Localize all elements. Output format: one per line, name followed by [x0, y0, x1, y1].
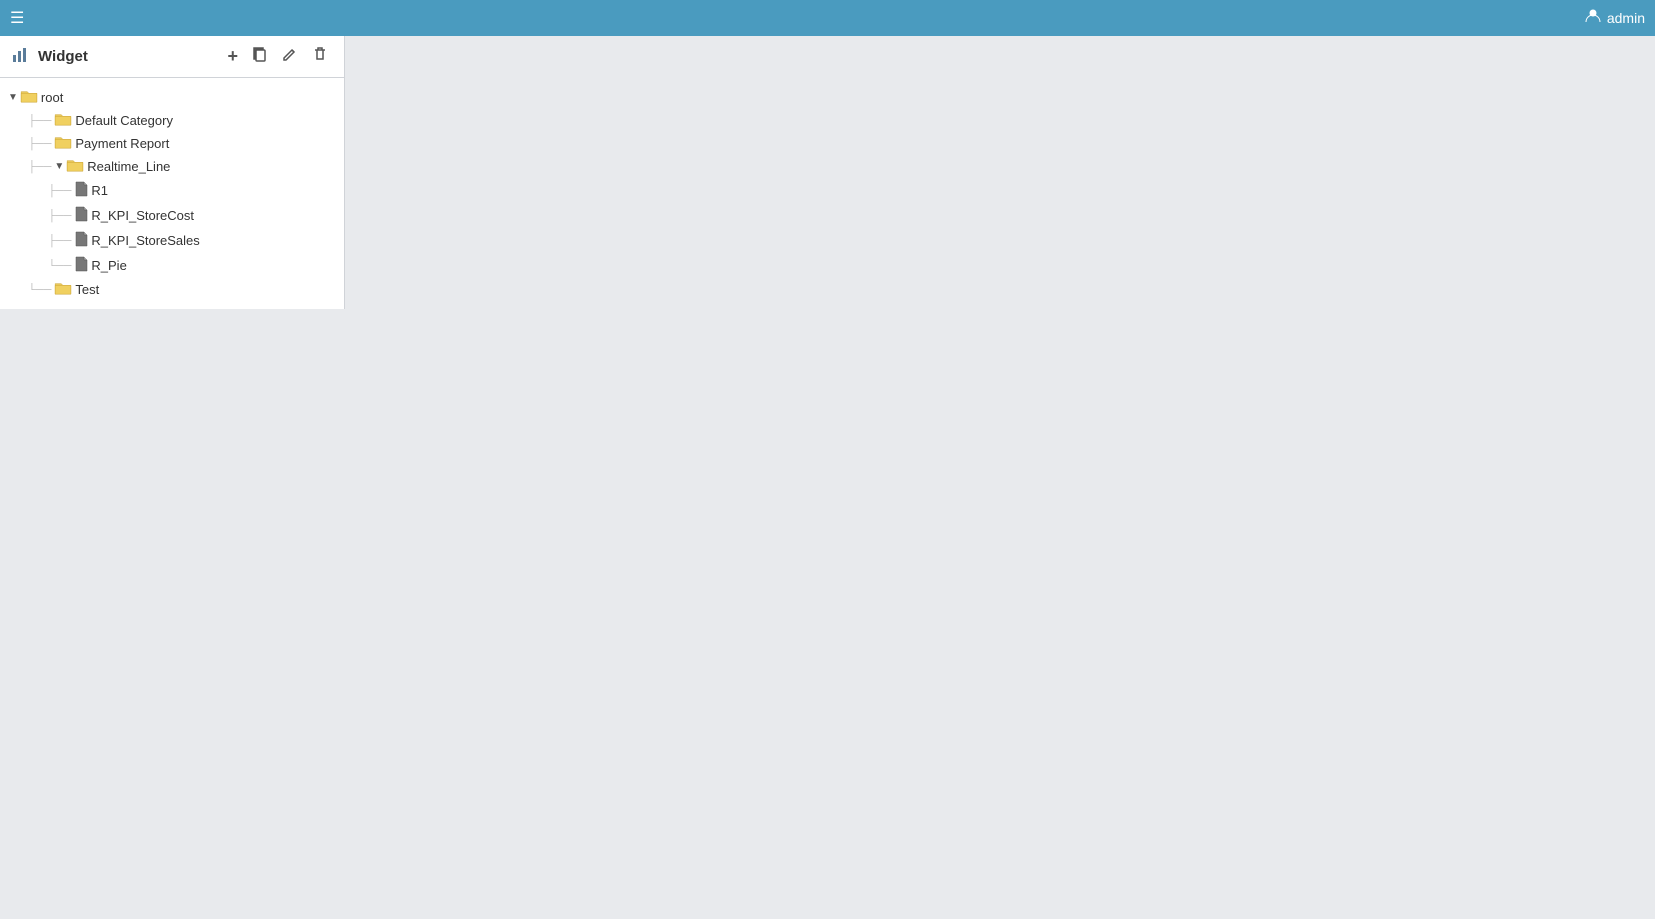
tree-item-r-kpi-storecost[interactable]: ├── R_KPI_StoreCost [0, 203, 344, 228]
navbar: ☰ admin [0, 0, 1655, 36]
line-connector-rpie: └── [48, 260, 71, 272]
r-kpi-storecost-label: R_KPI_StoreCost [91, 208, 194, 223]
root-toggle[interactable]: ▼ [8, 92, 18, 103]
sidebar: Widget + [0, 36, 345, 309]
default-category-label: Default Category [75, 113, 173, 128]
sidebar-title: Widget [38, 48, 88, 65]
r-pie-label: R_Pie [91, 258, 126, 273]
payment-report-folder-icon [54, 135, 72, 152]
line-connector-storecost: ├── [48, 210, 71, 222]
realtime-line-label: Realtime_Line [87, 159, 170, 174]
tree-item-default-category[interactable]: ├── Default Category [0, 109, 344, 132]
add-icon: + [227, 46, 238, 67]
storecost-file-icon [74, 206, 88, 225]
admin-label: admin [1607, 10, 1645, 26]
tree-item-payment-report[interactable]: ├── Payment Report [0, 132, 344, 155]
navbar-right: admin [1585, 8, 1645, 29]
line-connector-default: ├── [28, 115, 51, 127]
hamburger-icon[interactable]: ☰ [10, 8, 24, 28]
line-connector-storesales: ├── [48, 235, 71, 247]
line-connector-realtime: ├── [28, 161, 51, 173]
payment-report-label: Payment Report [75, 136, 169, 151]
tree-item-r1[interactable]: ├── R1 [0, 178, 344, 203]
test-folder-icon [54, 281, 72, 298]
edit-icon [282, 46, 298, 67]
r1-file-icon [74, 181, 88, 200]
root-label: root [41, 90, 63, 105]
line-connector-payment: ├── [28, 138, 51, 150]
storesales-file-icon [74, 231, 88, 250]
root-folder-icon [20, 89, 38, 106]
test-label: Test [75, 282, 99, 297]
sidebar-actions: + [223, 44, 332, 69]
default-category-folder-icon [54, 112, 72, 129]
tree-item-realtime-line[interactable]: ├── ▼ Realtime_Line [0, 155, 344, 178]
navbar-left: ☰ [10, 8, 24, 28]
copy-icon [252, 46, 268, 67]
tree-item-root[interactable]: ▼ root [0, 86, 344, 109]
main-content [345, 36, 1655, 919]
sidebar-title-area: Widget [12, 45, 88, 68]
realtime-toggle[interactable]: ▼ [54, 161, 64, 172]
tree-item-r-kpi-storesales[interactable]: ├── R_KPI_StoreSales [0, 228, 344, 253]
user-icon [1585, 8, 1601, 29]
rpie-file-icon [74, 256, 88, 275]
widget-chart-icon [12, 45, 30, 68]
tree-item-r-pie[interactable]: └── R_Pie [0, 253, 344, 278]
tree-item-test[interactable]: └── Test [0, 278, 344, 301]
r-kpi-storesales-label: R_KPI_StoreSales [91, 233, 199, 248]
line-connector-test: └── [28, 284, 51, 296]
edit-button[interactable] [278, 44, 302, 69]
realtime-line-folder-icon [66, 158, 84, 175]
r1-label: R1 [91, 183, 108, 198]
copy-button[interactable] [248, 44, 272, 69]
line-connector-r1: ├── [48, 185, 71, 197]
tree-container: ▼ root ├── Default Category ├── [0, 78, 344, 309]
add-button[interactable]: + [223, 44, 242, 69]
delete-button[interactable] [308, 44, 332, 69]
delete-icon [312, 46, 328, 67]
sidebar-header: Widget + [0, 36, 344, 78]
